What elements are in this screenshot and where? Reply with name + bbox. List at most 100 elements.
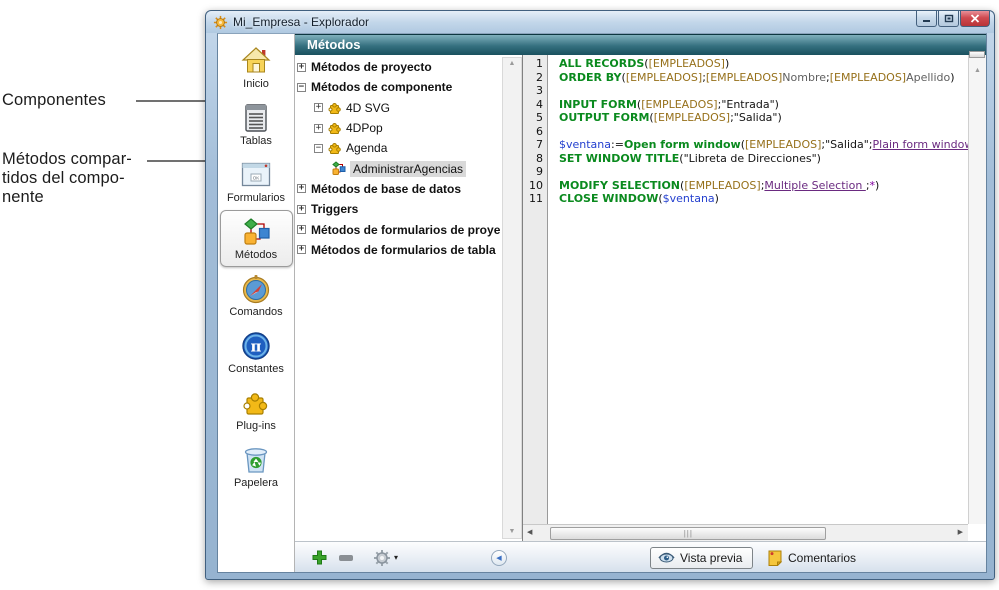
tree-item-label[interactable]: AdministrarAgencias xyxy=(350,161,466,177)
vista-previa-label: Vista previa xyxy=(680,551,742,565)
plus-icon xyxy=(312,550,327,565)
tree-row[interactable]: +4D SVG xyxy=(295,98,500,118)
sidebar-item-inicio[interactable]: Inicio xyxy=(220,39,293,96)
scroll-left-icon[interactable]: ◀ xyxy=(527,529,532,537)
app-gear-icon xyxy=(213,15,228,30)
home-icon xyxy=(241,46,271,76)
tree-item-label[interactable]: 4DPop xyxy=(346,121,383,135)
puzzle-icon xyxy=(242,389,270,417)
code-line: $ventana:=Open form window([EMPLEADOS];"… xyxy=(559,138,968,152)
tree-row[interactable]: + Métodos de formularios de proyecto xyxy=(295,219,500,239)
sidebar-item-label: Formularios xyxy=(227,192,285,204)
tree-row[interactable]: + Métodos de proyecto xyxy=(295,57,500,77)
code-line: ORDER BY([EMPLEADOS];[EMPLEADOS]Nombre;[… xyxy=(559,71,968,85)
expand-icon[interactable]: + xyxy=(297,225,306,234)
code-line: ALL RECORDS([EMPLEADOS]) xyxy=(559,57,968,71)
collapse-icon[interactable]: − xyxy=(314,144,323,153)
sidebar-item-label: Tablas xyxy=(240,135,272,147)
tree-item-label[interactable]: Métodos de formularios de proyecto xyxy=(311,223,500,237)
line-number: 4 xyxy=(523,98,547,112)
tree-row[interactable]: + Triggers xyxy=(295,199,500,219)
expand-icon[interactable]: + xyxy=(314,124,323,133)
tables-icon xyxy=(243,103,269,133)
expand-icon[interactable]: + xyxy=(297,245,306,254)
eye-icon xyxy=(658,552,675,563)
expand-icon[interactable]: + xyxy=(297,184,306,193)
close-icon xyxy=(970,14,980,23)
line-number: 1 xyxy=(523,57,547,71)
tree-row[interactable]: +4DPop xyxy=(295,118,500,138)
arrow-left-icon: ◀ xyxy=(496,554,501,562)
tree-row[interactable]: −Métodos de componente xyxy=(295,77,500,97)
bottom-toolbar: ▾ ◀ Vista previa Comentarios xyxy=(295,541,986,572)
scroll-up-icon[interactable]: ▲ xyxy=(974,67,981,74)
scroll-right-icon[interactable]: ▶ xyxy=(958,529,963,537)
sidebar-item-label: Constantes xyxy=(228,363,284,375)
sidebar-item-comandos[interactable]: Comandos xyxy=(220,267,293,324)
sidebar-item-papelera[interactable]: Papelera xyxy=(220,438,293,495)
vista-previa-toggle[interactable]: Vista previa xyxy=(650,547,753,569)
line-number: 3 xyxy=(523,84,547,98)
delete-method-button[interactable] xyxy=(339,542,353,573)
line-number: 6 xyxy=(523,125,547,139)
expand-icon[interactable]: + xyxy=(314,103,323,112)
close-button[interactable] xyxy=(960,11,990,27)
scroll-up-icon[interactable]: ▲ xyxy=(509,60,516,68)
tree-item-label[interactable]: Triggers xyxy=(311,202,358,216)
restore-button[interactable] xyxy=(938,11,959,27)
options-menu-button[interactable]: ▾ xyxy=(373,542,398,573)
minimize-button[interactable] xyxy=(916,11,937,27)
line-number: 7 xyxy=(523,138,547,152)
scroll-down-icon[interactable]: ▼ xyxy=(509,528,516,536)
code-preview-pane: 1234567891011 ALL RECORDS([EMPLEADOS])OR… xyxy=(522,55,986,541)
sidebar-item-tablas[interactable]: Tablas xyxy=(220,96,293,153)
line-number: 10 xyxy=(523,179,547,193)
methods-tree-pane: +Métodos de proyecto−Métodos de componen… xyxy=(295,55,522,541)
page: { "window": { "title": "Mi_Empresa - Exp… xyxy=(0,0,999,590)
tree-item-label[interactable]: Agenda xyxy=(346,141,387,155)
tree-row[interactable]: − Agenda xyxy=(295,138,500,158)
collapse-pane-button[interactable]: ◀ xyxy=(491,542,507,573)
gear-icon xyxy=(373,549,391,567)
collapse-icon[interactable]: − xyxy=(297,83,306,92)
pi-icon: π xyxy=(241,331,271,361)
sidebar-item-constantes[interactable]: π Constantes xyxy=(220,324,293,381)
comentarios-toggle[interactable]: Comentarios xyxy=(768,550,856,566)
note-icon xyxy=(768,550,782,566)
expand-icon[interactable]: + xyxy=(297,205,306,214)
add-method-button[interactable] xyxy=(312,542,327,573)
svg-text:OK: OK xyxy=(253,175,260,180)
tree-item-label[interactable]: Métodos de formularios de tabla xyxy=(311,243,496,257)
sidebar-item-formularios[interactable]: OK Formularios xyxy=(220,153,293,210)
tree-item-label[interactable]: Métodos de base de datos xyxy=(311,182,461,196)
splitter-grip[interactable] xyxy=(969,51,985,58)
tree-row[interactable]: + Métodos de base de datos xyxy=(295,179,500,199)
code-horizontal-scrollbar[interactable]: ◀ ||| ▶ xyxy=(523,524,968,541)
tree-row[interactable]: + Métodos de formularios de tabla xyxy=(295,240,500,260)
sidebar-item-label: Métodos xyxy=(235,249,277,261)
expand-icon[interactable]: + xyxy=(297,63,306,72)
pane-title: Métodos xyxy=(295,34,986,55)
titlebar[interactable]: Mi_Empresa - Explorador xyxy=(206,11,994,33)
code-line: SET WINDOW TITLE("Libreta de Direcciones… xyxy=(559,152,968,166)
sidebar: Inicio Tablas OK Formularios Métodos Comandos… xyxy=(218,34,295,572)
code-line: CLOSE WINDOW($ventana) xyxy=(559,192,968,206)
minimize-icon xyxy=(922,14,931,23)
tree-item-label[interactable]: Métodos de proyecto xyxy=(311,60,432,74)
code-line: OUTPUT FORM([EMPLEADOS];"Salida") xyxy=(559,111,968,125)
sidebar-item-metodos[interactable]: Métodos xyxy=(220,210,293,267)
line-number: 2 xyxy=(523,71,547,85)
code-line: INPUT FORM([EMPLEADOS];"Entrada") xyxy=(559,98,968,112)
tree-item-label[interactable]: Métodos de componente xyxy=(311,80,452,94)
code-vertical-scrollbar[interactable]: ▲ xyxy=(968,55,986,524)
scrollbar-thumb[interactable]: ||| xyxy=(550,527,826,540)
annotation-metodos-compartidos: Métodos compar-tidos del compo-nente xyxy=(2,150,132,207)
chevron-down-icon: ▾ xyxy=(394,553,398,562)
tree-scrollbar[interactable]: ▲ ▼ xyxy=(502,57,522,539)
methods-icon xyxy=(241,217,271,247)
sidebar-item-plugins[interactable]: Plug-ins xyxy=(220,381,293,438)
tree-item-label[interactable]: 4D SVG xyxy=(346,101,390,115)
compass-icon xyxy=(241,274,271,304)
window-title: Mi_Empresa - Explorador xyxy=(233,15,369,29)
tree-row[interactable]: AdministrarAgencias xyxy=(295,158,500,178)
